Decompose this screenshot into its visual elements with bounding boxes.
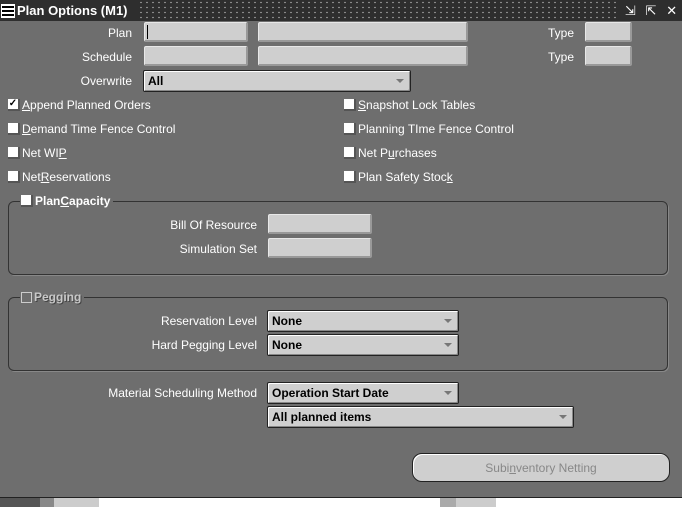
- maximize-icon[interactable]: ⇱: [646, 4, 657, 17]
- minimize-icon[interactable]: ⇲: [625, 4, 636, 17]
- simulation-set-field[interactable]: [268, 238, 372, 258]
- checkbox-icon: [344, 123, 356, 135]
- checkbox-disabled-icon: [21, 291, 32, 303]
- title-left: Plan Options (M1): [0, 0, 136, 21]
- window-title: Plan Options (M1): [17, 3, 128, 18]
- checkbox-icon: [8, 171, 20, 183]
- subinventory-netting-button[interactable]: Subi n ventory Netting: [412, 453, 670, 482]
- reservation-level-value: None: [272, 314, 302, 328]
- schedule-type-label: Type: [547, 50, 574, 64]
- plan-safety-stock-checkbox[interactable]: Plan Safety Stoc k: [344, 170, 453, 184]
- overwrite-label: Overwrite: [80, 74, 132, 88]
- window-controls: ⇲ ⇱ ✕: [620, 0, 682, 21]
- simulation-set-label: Simulation Set: [179, 242, 257, 256]
- overwrite-select[interactable]: All: [143, 70, 411, 92]
- checkbox-icon: [8, 123, 20, 135]
- net-reservations-checkbox[interactable]: Net Reservations: [8, 170, 111, 184]
- plan-type-field[interactable]: [585, 22, 632, 42]
- hard-pegging-level-select[interactable]: None: [267, 334, 459, 356]
- material-scheduling-method-value: Operation Start Date: [272, 386, 389, 400]
- checkbox-icon: [344, 99, 356, 111]
- checkbox-icon: [344, 147, 356, 159]
- close-icon[interactable]: ✕: [666, 4, 677, 17]
- checkbox-icon: [8, 147, 20, 159]
- background-window-strip: [0, 498, 682, 507]
- plan-description-field[interactable]: [258, 22, 468, 42]
- plan-capacity-checkbox[interactable]: Plan Capacity: [20, 194, 114, 208]
- demand-time-fence-control-checkbox[interactable]: Demand Time Fence Control: [8, 122, 175, 136]
- reservation-level-select[interactable]: None: [267, 310, 459, 332]
- checkbox-icon: [21, 195, 33, 207]
- planned-items-select[interactable]: All planned items: [267, 406, 574, 428]
- chevron-down-icon: [444, 319, 452, 323]
- net-purchases-checkbox[interactable]: Net Pu rchases: [344, 146, 437, 160]
- chevron-down-icon: [444, 391, 452, 395]
- checkbox-icon: [344, 171, 356, 183]
- reservation-level-label: Reservation Level: [160, 314, 257, 328]
- chevron-down-icon: [396, 79, 404, 83]
- plan-type-label: Type: [547, 26, 574, 40]
- plan-field[interactable]: [144, 22, 248, 42]
- chevron-down-icon: [444, 343, 452, 347]
- schedule-type-field[interactable]: [585, 46, 632, 66]
- schedule-field[interactable]: [144, 46, 248, 66]
- schedule-label: Schedule: [81, 50, 132, 64]
- schedule-description-field[interactable]: [258, 46, 468, 66]
- pegging-checkbox[interactable]: Pegging: [20, 290, 85, 304]
- planning-time-fence-control-checkbox[interactable]: Planning TIme Fence Control: [344, 122, 514, 136]
- net-wip-checkbox[interactable]: Net WI P: [8, 146, 67, 160]
- plan-label: Plan: [107, 26, 132, 40]
- checkbox-checked-icon: ✓: [8, 99, 20, 111]
- append-planned-orders-checkbox[interactable]: ✓ Append Planned Orders: [8, 98, 151, 112]
- hard-pegging-level-value: None: [272, 338, 302, 352]
- material-scheduling-method-label: Material Scheduling Method: [108, 386, 257, 400]
- hard-pegging-level-label: Hard Pegging Level: [151, 338, 257, 352]
- overwrite-value: All: [148, 74, 164, 88]
- app-logo-icon: [1, 3, 15, 18]
- bill-of-resource-field[interactable]: [268, 214, 372, 234]
- bill-of-resource-label: Bill Of Resource: [170, 218, 257, 232]
- material-scheduling-method-select[interactable]: Operation Start Date: [267, 382, 459, 404]
- planned-items-value: All planned items: [272, 410, 372, 424]
- snapshot-lock-tables-checkbox[interactable]: Snapshot Lock Tables: [344, 98, 475, 112]
- chevron-down-icon: [559, 415, 567, 419]
- title-bar[interactable]: Plan Options (M1) ⇲ ⇱ ✕: [0, 0, 682, 21]
